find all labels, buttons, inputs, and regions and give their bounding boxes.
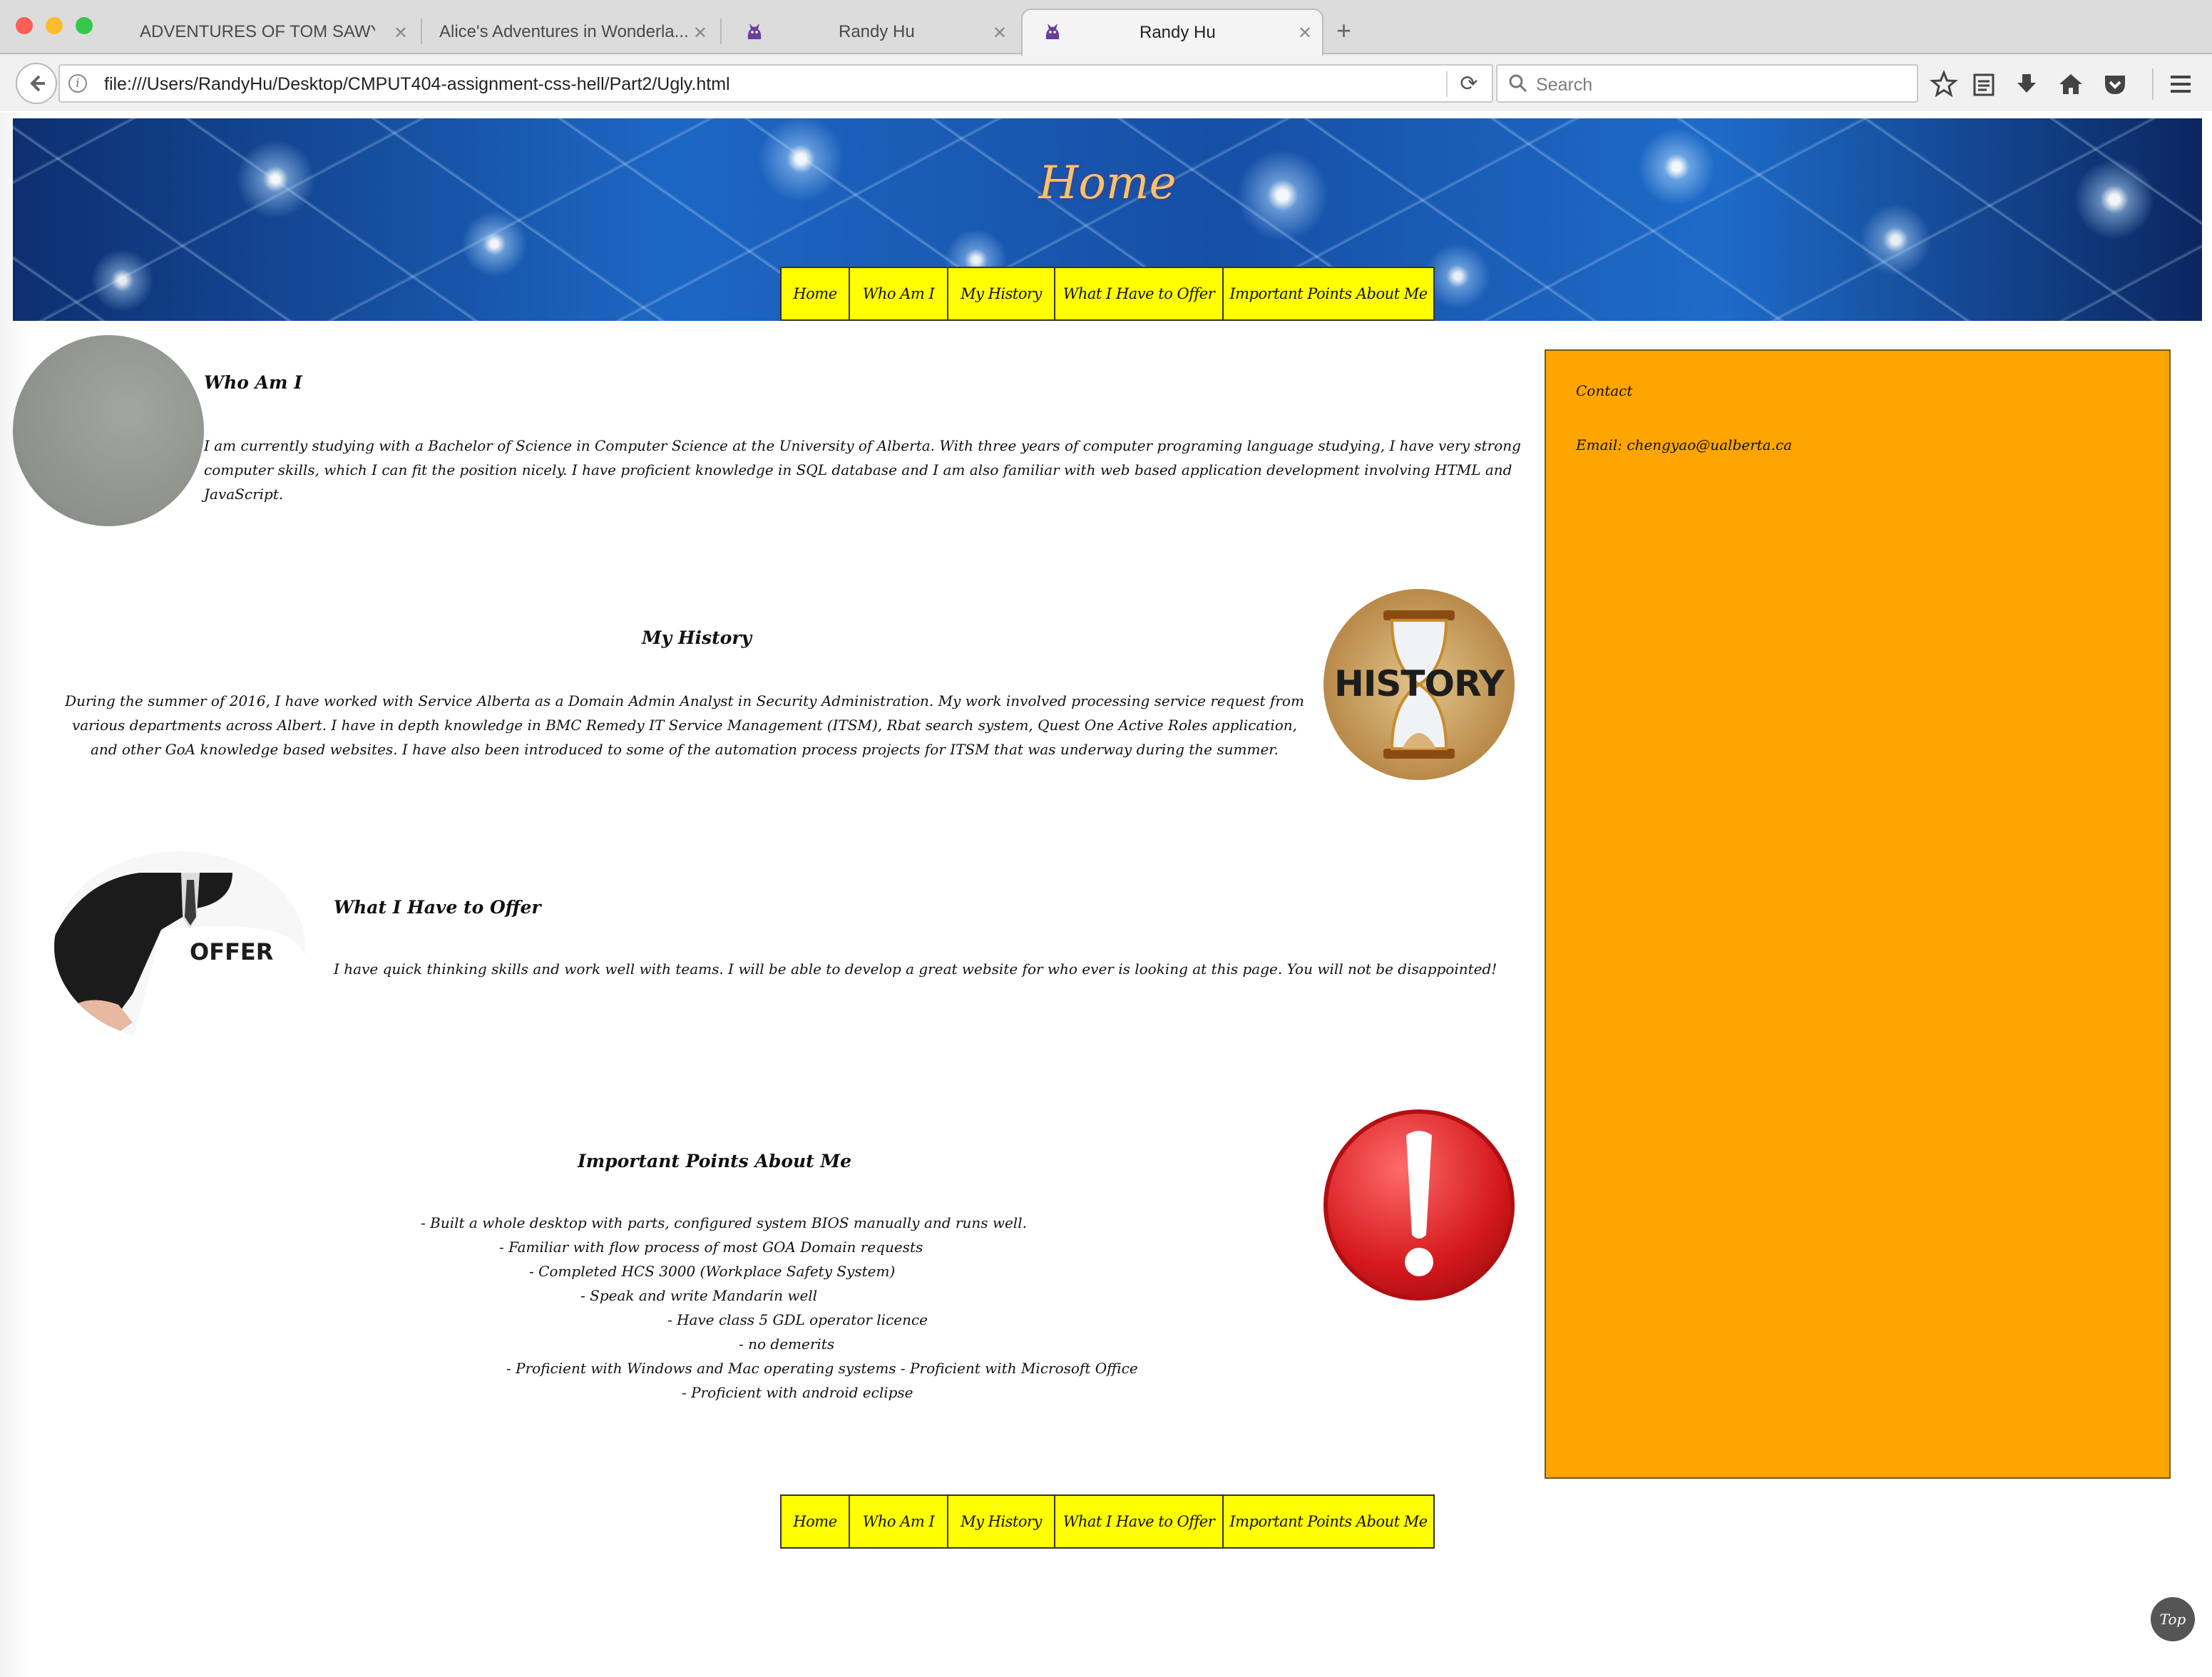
tab-close-icon[interactable]: ✕ [394, 23, 408, 43]
nav-who-am-i-link[interactable]: Who Am I [850, 268, 948, 319]
contact-sidebar: Contact Email: chengyao@ualberta.ca [1545, 349, 2171, 1479]
search-input[interactable]: Search [1536, 75, 1592, 96]
tab-separator [720, 19, 722, 44]
search-bar[interactable]: Search [1496, 64, 1918, 103]
contact-email[interactable]: Email: chengyao@ualberta.ca [1576, 436, 1792, 453]
browser-chrome: ADVENTURES OF TOM SAWYE... ✕ Alice's Adv… [0, 0, 2212, 111]
url-text[interactable]: file:///Users/RandyHu/Desktop/CMPUT404-a… [104, 74, 730, 95]
close-window-button[interactable] [16, 17, 33, 34]
nav-home-link[interactable]: Home [782, 268, 850, 319]
tab-title: Alice's Adventures in Wonderla... [439, 22, 689, 41]
history-image-label: HISTORY [1333, 663, 1505, 704]
tab-separator [421, 19, 422, 44]
cat-favicon-icon [1045, 24, 1060, 39]
toolbar-divider [2152, 68, 2154, 100]
nav-my-history-link[interactable]: My History [948, 1496, 1055, 1547]
nav-offer-link[interactable]: What I Have to Offer [1055, 268, 1224, 319]
offer-handshake-image: OFFER [54, 851, 305, 1042]
my-history-heading: My History [642, 627, 752, 648]
minimize-window-button[interactable] [46, 17, 63, 34]
tab-close-icon[interactable]: ✕ [693, 23, 707, 43]
url-divider [1446, 71, 1448, 97]
offer-image-label: OFFER [190, 938, 274, 965]
tab-alice[interactable]: Alice's Adventures in Wonderla... ✕ [425, 10, 717, 54]
top-nav-menu: Home Who Am I My History What I Have to … [780, 267, 1435, 321]
tab-tom-sawyer[interactable]: ADVENTURES OF TOM SAWYE... ✕ [126, 10, 418, 54]
download-icon[interactable] [2012, 70, 2041, 98]
navigation-toolbar: i file:///Users/RandyHu/Desktop/CMPUT404… [0, 56, 2212, 111]
page-edge-shadow [0, 113, 29, 1677]
who-am-i-text: I am currently studying with a Bachelor … [204, 437, 1521, 503]
history-hourglass-image: HISTORY [1323, 589, 1515, 780]
cat-favicon-icon [747, 24, 762, 39]
nav-offer-link[interactable]: What I Have to Offer [1055, 1496, 1224, 1547]
nav-important-points-link[interactable]: Important Points About Me [1224, 268, 1433, 319]
tab-close-icon[interactable]: ✕ [1298, 23, 1312, 43]
tab-title: Randy Hu [1140, 23, 1216, 42]
back-button[interactable] [16, 63, 57, 104]
tab-strip: ADVENTURES OF TOM SAWYE... ✕ Alice's Adv… [0, 0, 2212, 56]
nav-my-history-link[interactable]: My History [948, 268, 1055, 319]
offer-heading: What I Have to Offer [334, 897, 541, 918]
my-history-text: During the summer of 2016, I have worked… [65, 692, 1304, 758]
nav-important-points-link[interactable]: Important Points About Me [1224, 1496, 1433, 1547]
contact-heading: Contact [1576, 382, 1633, 399]
home-icon[interactable] [2057, 70, 2085, 98]
back-to-top-button[interactable]: Top [2151, 1597, 2195, 1641]
pocket-icon[interactable] [2101, 70, 2129, 98]
reading-list-icon[interactable] [1970, 70, 1998, 98]
tab-randy-hu-active[interactable]: Randy Hu ✕ [1021, 9, 1323, 56]
reload-icon[interactable]: ⟳ [1456, 71, 1482, 97]
bottom-nav-menu: Home Who Am I My History What I Have to … [780, 1494, 1435, 1549]
url-bar[interactable]: i file:///Users/RandyHu/Desktop/CMPUT404… [58, 64, 1493, 103]
menu-icon[interactable] [2166, 70, 2195, 98]
nav-who-am-i-link[interactable]: Who Am I [850, 1496, 948, 1547]
search-icon [1509, 74, 1527, 93]
who-am-i-heading: Who Am I [204, 372, 302, 393]
offer-text: I have quick thinking skills and work we… [334, 960, 1497, 978]
tab-title: ADVENTURES OF TOM SAWYE... [140, 22, 375, 41]
exclamation-icon [1405, 1131, 1433, 1276]
profile-photo [13, 335, 204, 526]
back-icon [30, 75, 45, 92]
tab-randy-hu[interactable]: Randy Hu ✕ [724, 10, 1017, 54]
tab-close-icon[interactable]: ✕ [993, 23, 1007, 43]
tab-title: Randy Hu [839, 22, 915, 41]
page-content: Home Home Who Am I My History What I Hav… [0, 113, 2212, 1677]
info-icon[interactable]: i [68, 74, 87, 93]
page-title: Home [1038, 157, 1177, 210]
new-tab-button[interactable]: + [1336, 16, 1351, 46]
nav-home-link[interactable]: Home [782, 1496, 850, 1547]
exclamation-image [1323, 1109, 1515, 1301]
zoom-window-button[interactable] [76, 17, 93, 34]
bookmark-star-icon[interactable] [1930, 70, 1958, 98]
important-points-list: - Built a whole desktop with parts, conf… [0, 1211, 1383, 1405]
important-points-heading: Important Points About Me [578, 1151, 852, 1171]
